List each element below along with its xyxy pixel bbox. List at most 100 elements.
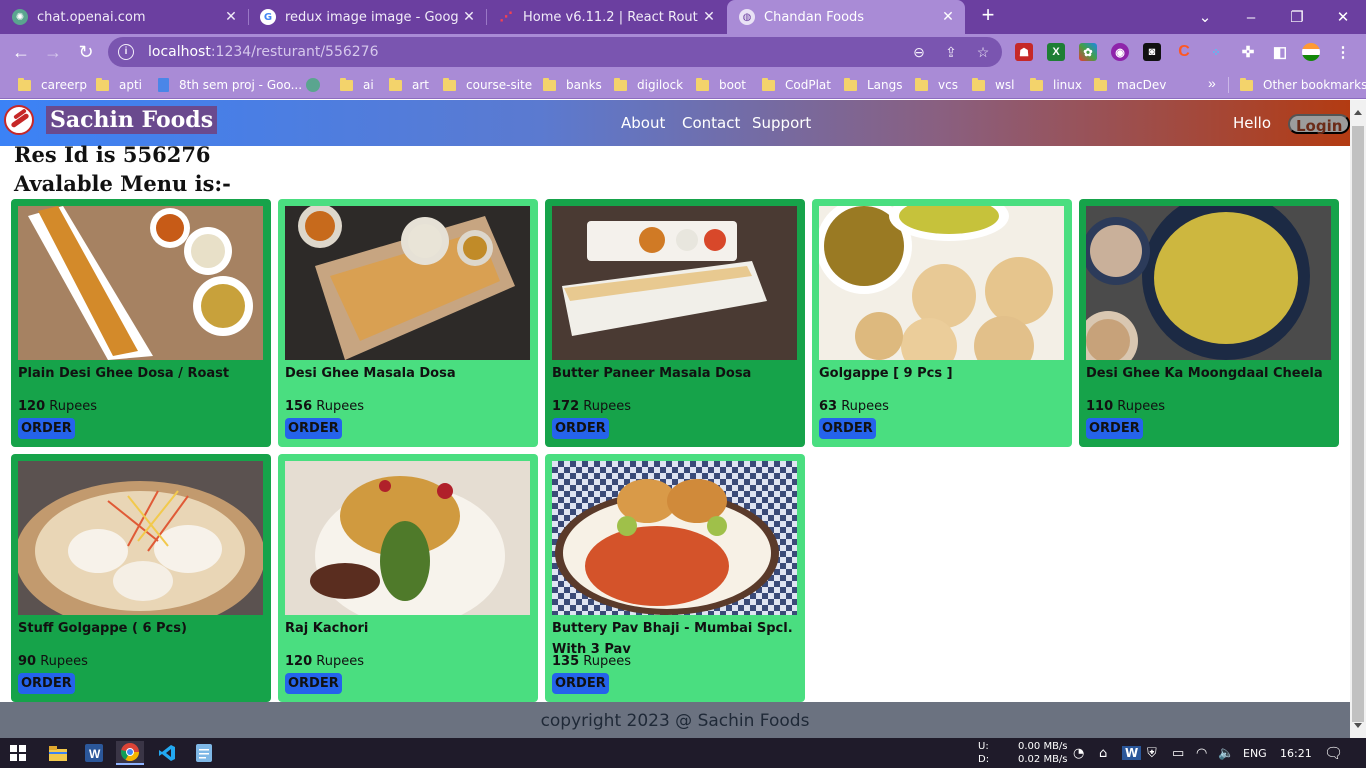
bookmark-folder[interactable]: wsl — [972, 76, 1014, 94]
folder-icon — [389, 77, 402, 91]
dish-price: 135 Rupees — [552, 654, 631, 669]
wifi-icon[interactable]: ◠ — [1196, 738, 1207, 768]
dish-image — [285, 206, 530, 360]
excel-extension-icon[interactable]: X — [1047, 43, 1065, 61]
battery-icon[interactable]: ▭ — [1172, 738, 1184, 768]
tab-search-icon[interactable]: ⌄ — [1182, 0, 1228, 34]
security-icon[interactable]: ⛨ — [1147, 738, 1157, 768]
address-toolbar: ← → ↻ i localhost:1234/resturant/556276 … — [0, 34, 1366, 70]
close-window-icon[interactable]: ✕ — [1320, 0, 1366, 34]
bookmark-folder[interactable]: digilock — [614, 76, 683, 94]
tray-app-icon[interactable]: ◔ — [1073, 738, 1084, 768]
new-tab-icon[interactable]: + — [976, 4, 1000, 28]
close-tab-icon[interactable]: ✕ — [220, 9, 242, 25]
bookmark-folder[interactable]: course-site — [443, 76, 532, 94]
site-info-icon[interactable]: i — [118, 44, 134, 60]
file-explorer-icon[interactable] — [44, 741, 72, 765]
extension-icon[interactable]: ◙ — [1143, 43, 1161, 61]
bookmark-link[interactable]: 8th sem proj - Goo... — [158, 76, 302, 94]
forward-icon[interactable]: → — [40, 39, 66, 65]
word-tray-icon[interactable]: W — [1122, 738, 1142, 768]
more-menu-icon[interactable]: ⋮ — [1334, 43, 1352, 61]
extension-icon[interactable]: C — [1175, 43, 1193, 61]
order-button[interactable]: ORDER — [552, 418, 609, 439]
site-header: Sachin Foods About Contact Support Hello… — [0, 100, 1351, 146]
close-tab-icon[interactable]: ✕ — [698, 9, 720, 25]
bookmark-link[interactable] — [306, 76, 330, 94]
zoom-icon[interactable]: ⊖ — [910, 43, 928, 61]
brand-logo-icon[interactable] — [4, 105, 34, 135]
more-bookmarks-icon[interactable]: » — [1208, 75, 1216, 91]
bookmark-folder[interactable]: Langs — [844, 76, 903, 94]
bookmark-folder[interactable]: CodPlat — [762, 76, 831, 94]
scroll-down-icon[interactable] — [1354, 723, 1362, 728]
folder-icon — [18, 77, 31, 91]
brand-name[interactable]: Sachin Foods — [46, 106, 218, 134]
nav-support[interactable]: Support — [752, 114, 811, 132]
folder-icon — [1094, 77, 1107, 91]
extension-icon[interactable]: ⁘ — [1207, 43, 1225, 61]
bookmark-folder[interactable]: boot — [696, 76, 746, 94]
dish-image — [18, 461, 263, 615]
order-button[interactable]: ORDER — [18, 418, 75, 439]
vscode-icon[interactable] — [153, 741, 181, 765]
site-footer: copyright 2023 @ Sachin Foods — [0, 702, 1350, 738]
dish-name: Golgappe [ 9 Pcs ] — [819, 366, 953, 381]
close-tab-icon[interactable]: ✕ — [937, 9, 959, 25]
side-panel-icon[interactable]: ◧ — [1271, 43, 1289, 61]
restore-icon[interactable]: ❐ — [1274, 0, 1320, 34]
tab-chandan-foods[interactable]: ◍ Chandan Foods ✕ — [727, 0, 965, 34]
volume-icon[interactable]: 🔈 — [1218, 738, 1234, 768]
windows-start-icon[interactable] — [4, 741, 32, 765]
order-button[interactable]: ORDER — [552, 673, 609, 694]
vertical-scrollbar[interactable] — [1350, 100, 1366, 738]
language-indicator[interactable]: ENG — [1243, 738, 1267, 768]
address-bar[interactable]: i localhost:1234/resturant/556276 ⊖ ⇪ ☆ — [108, 37, 1002, 67]
nav-about[interactable]: About — [621, 114, 665, 132]
bookmark-folder[interactable]: vcs — [915, 76, 958, 94]
dish-name: Raj Kachori — [285, 621, 369, 636]
scrollbar-thumb[interactable] — [1352, 126, 1364, 722]
url-text[interactable]: localhost:1234/resturant/556276 — [148, 44, 378, 60]
extensions-puzzle-icon[interactable]: ✜ — [1239, 43, 1257, 61]
bookmark-folder[interactable]: linux — [1030, 76, 1082, 94]
chrome-icon[interactable] — [116, 741, 144, 765]
dish-image — [1086, 206, 1331, 360]
close-tab-icon[interactable]: ✕ — [458, 9, 480, 25]
bookmark-folder[interactable]: apti — [96, 76, 142, 94]
notifications-icon[interactable]: 🗨 — [1324, 738, 1343, 768]
login-button[interactable]: Login — [1288, 114, 1351, 135]
order-button[interactable]: ORDER — [819, 418, 876, 439]
globe-icon: ◍ — [739, 9, 755, 25]
tab-chatgpt[interactable]: ✺ chat.openai.com ✕ — [0, 0, 248, 34]
folder-icon — [762, 77, 775, 91]
tab-react-router[interactable]: ⋰ Home v6.11.2 | React Router ✕ — [486, 0, 726, 34]
word-icon[interactable]: W — [80, 741, 108, 765]
order-button[interactable]: ORDER — [18, 673, 75, 694]
minimize-icon[interactable]: – — [1228, 0, 1274, 34]
share-icon[interactable]: ⇪ — [942, 43, 960, 61]
usb-icon[interactable]: ⌂ — [1099, 738, 1107, 768]
bookmark-star-icon[interactable]: ☆ — [974, 43, 992, 61]
order-button[interactable]: ORDER — [285, 418, 342, 439]
profile-avatar-icon[interactable] — [1302, 43, 1320, 61]
clock[interactable]: 16:21 — [1280, 738, 1312, 768]
order-button[interactable]: ORDER — [1086, 418, 1143, 439]
tab-google-search[interactable]: G redux image image - Google Sea ✕ — [248, 0, 486, 34]
bookmark-folder[interactable]: macDev — [1094, 76, 1166, 94]
scroll-up-icon[interactable] — [1354, 110, 1362, 115]
bookmark-folder[interactable]: art — [389, 76, 429, 94]
extension-icon[interactable]: ◉ — [1111, 43, 1129, 61]
dish-price: 110 Rupees — [1086, 399, 1165, 414]
bookmark-folder[interactable]: careerp — [18, 76, 87, 94]
other-bookmarks[interactable]: Other bookmarks — [1240, 76, 1366, 94]
bookmark-folder[interactable]: banks — [543, 76, 602, 94]
notepad-icon[interactable] — [190, 741, 218, 765]
extension-icon[interactable]: ☗ — [1015, 43, 1033, 61]
order-button[interactable]: ORDER — [285, 673, 342, 694]
back-icon[interactable]: ← — [8, 39, 34, 65]
color-picker-extension-icon[interactable]: ✿ — [1079, 43, 1097, 61]
reload-icon[interactable]: ↻ — [73, 39, 99, 65]
nav-contact[interactable]: Contact — [682, 114, 740, 132]
bookmark-folder[interactable]: ai — [340, 76, 374, 94]
